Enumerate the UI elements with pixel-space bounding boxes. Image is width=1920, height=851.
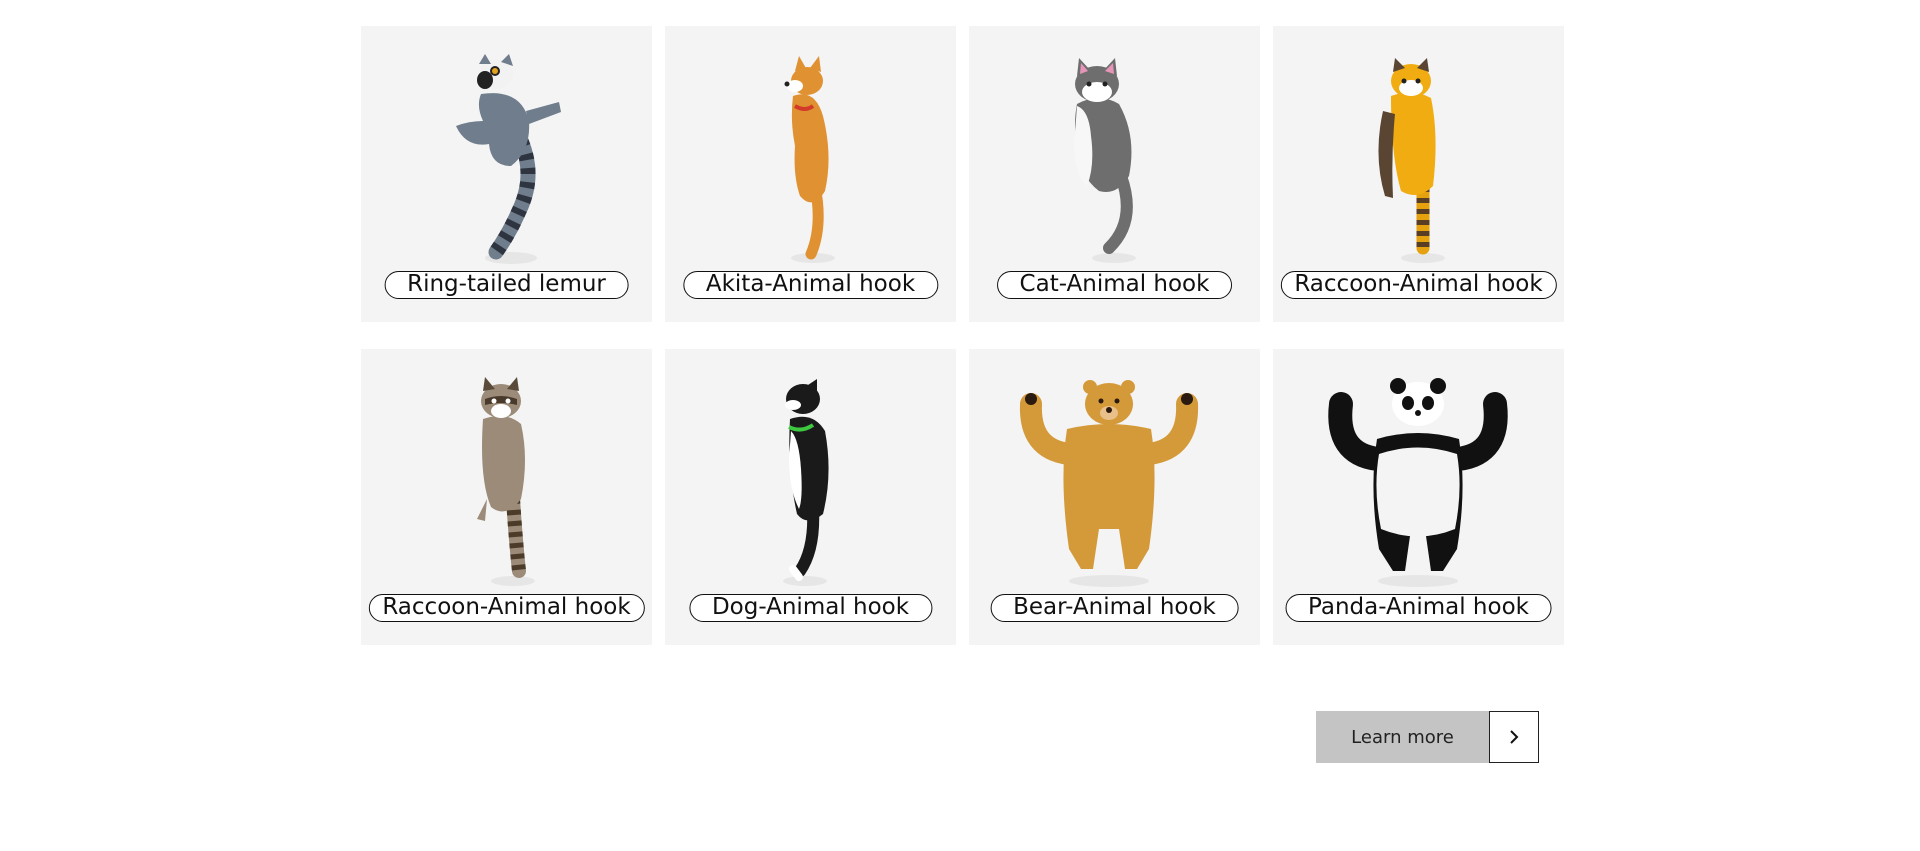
product-label[interactable]: Raccoon-Animal hook: [1280, 271, 1557, 299]
cat-hook-image: [1074, 58, 1136, 263]
dog-hook-image: [783, 379, 829, 586]
chevron-right-icon: [1510, 730, 1519, 744]
learn-more-button[interactable]: Learn more: [1316, 711, 1489, 763]
product-card-raccoon[interactable]: Raccoon-Animal hook: [361, 349, 652, 645]
product-card-dog[interactable]: Dog-Animal hook: [665, 349, 956, 645]
ring-tailed-lemur-hook-image: [456, 54, 561, 264]
product-label[interactable]: Dog-Animal hook: [688, 594, 933, 622]
learn-more-group: Learn more: [1316, 711, 1539, 763]
product-card-ring-tailed-lemur[interactable]: Ring-tailed lemur: [361, 26, 652, 322]
raccoon-hook-image: [477, 377, 535, 586]
product-label[interactable]: Cat-Animal hook: [996, 271, 1233, 299]
akita-hook-image: [784, 56, 835, 263]
product-label[interactable]: Raccoon-Animal hook: [368, 594, 645, 622]
product-label[interactable]: Ring-tailed lemur: [384, 271, 629, 299]
bear-hook-image: [1019, 380, 1199, 587]
product-label[interactable]: Panda-Animal hook: [1285, 594, 1552, 622]
panda-hook-image: [1328, 378, 1508, 587]
product-label[interactable]: Akita-Animal hook: [682, 271, 939, 299]
product-grid: Ring-tailed lemur Akita-Animal hook Cat-…: [361, 26, 1565, 645]
product-card-red-panda[interactable]: Raccoon-Animal hook: [1273, 26, 1564, 322]
next-button[interactable]: [1489, 711, 1539, 763]
product-card-cat[interactable]: Cat-Animal hook: [969, 26, 1260, 322]
product-card-panda[interactable]: Panda-Animal hook: [1273, 349, 1564, 645]
product-card-akita[interactable]: Akita-Animal hook: [665, 26, 956, 322]
product-label[interactable]: Bear-Animal hook: [990, 594, 1239, 622]
red-panda-hook-image: [1378, 58, 1445, 263]
product-card-bear[interactable]: Bear-Animal hook: [969, 349, 1260, 645]
